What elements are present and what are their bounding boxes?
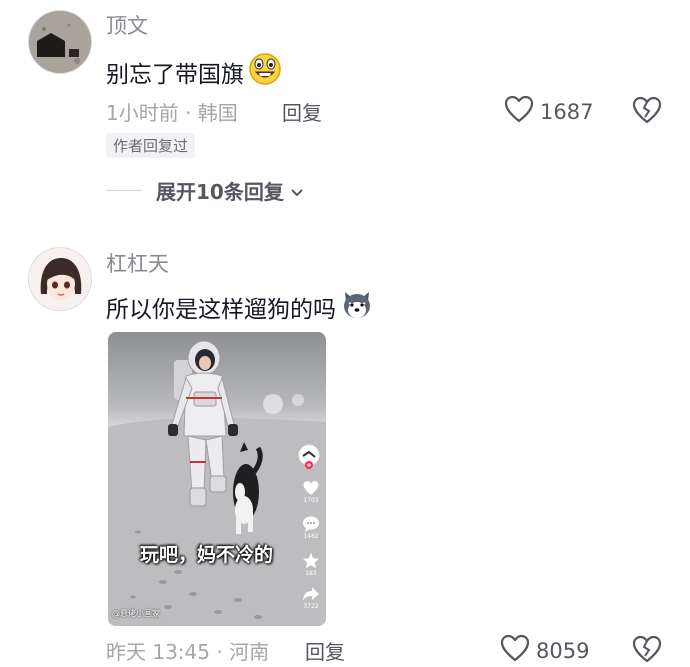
- comment-meta: 昨天 13:45 · 河南: [106, 640, 270, 664]
- expand-replies-button[interactable]: 展开10条回复: [106, 176, 304, 205]
- video-share-icon[interactable]: 3722: [302, 586, 320, 610]
- comment-text-body: 别忘了带国旗: [106, 62, 244, 88]
- video-share-count: 3722: [303, 603, 319, 610]
- like-count: 8059: [536, 638, 590, 663]
- expand-replies-label: 展开10条回复: [156, 180, 284, 204]
- broken-heart-icon: [632, 635, 662, 663]
- video-thumbnail[interactable]: 1703 1482 183 3722 玩吧，妈不冷的 @悬佬小画家: [108, 332, 326, 626]
- comment-meta: 1小时前 · 韩国: [106, 101, 238, 125]
- dislike-button[interactable]: [632, 635, 662, 667]
- heart-icon: [504, 95, 534, 128]
- comment-username[interactable]: 杠杠天: [106, 248, 169, 278]
- video-favorite-icon[interactable]: 183: [302, 552, 320, 577]
- video-caption: 玩吧，妈不冷的: [140, 544, 274, 566]
- avatar[interactable]: [28, 10, 92, 74]
- divider-line: [106, 190, 142, 191]
- heart-icon: [500, 634, 530, 667]
- dislike-button[interactable]: [632, 96, 662, 128]
- video-like-icon[interactable]: 1703: [302, 480, 320, 504]
- grinning-emoji-icon: [248, 52, 282, 92]
- astronaut-dog-image: [108, 332, 326, 626]
- avatar[interactable]: [28, 247, 92, 311]
- video-watermark: @悬佬小画家: [112, 609, 160, 618]
- broken-heart-icon: [632, 96, 662, 124]
- like-button[interactable]: 1687: [504, 95, 593, 128]
- like-button[interactable]: 8059: [500, 634, 589, 667]
- video-like-count: 1703: [303, 497, 319, 504]
- video-comment-icon[interactable]: 1482: [302, 516, 320, 540]
- avatar-image: [29, 11, 91, 73]
- author-replied-badge: 作者回复过: [106, 133, 196, 158]
- avatar-image: [29, 248, 91, 310]
- video-comment-count: 1482: [303, 533, 319, 540]
- like-count: 1687: [540, 99, 594, 124]
- comment-text-body: 所以你是这样遛狗的吗: [106, 297, 336, 323]
- husky-dog-emoji-icon: [340, 287, 374, 327]
- reply-button[interactable]: 回复: [305, 636, 345, 665]
- creator-avatar-icon[interactable]: [298, 444, 320, 470]
- reply-button[interactable]: 回复: [282, 97, 322, 126]
- comment-username[interactable]: 顶文: [106, 10, 148, 40]
- video-favorite-count: 183: [305, 570, 317, 577]
- comment-text: 所以你是这样遛狗的吗: [106, 287, 374, 327]
- comment-text: 别忘了带国旗: [106, 52, 282, 92]
- chevron-down-icon: [290, 179, 304, 203]
